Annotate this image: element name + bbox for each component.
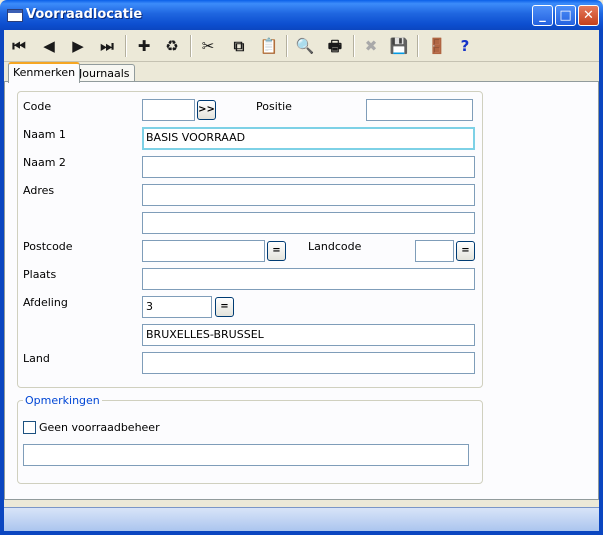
minimize-button[interactable]: _ <box>532 5 553 26</box>
window-frame-right <box>599 30 603 535</box>
help-icon[interactable]: ? <box>454 35 476 57</box>
copy-icon[interactable]: ⧉ <box>228 35 250 57</box>
plaats-input[interactable] <box>142 268 475 290</box>
postcode-label: Postcode <box>23 240 73 253</box>
toolbar-separator <box>353 35 355 57</box>
naam2-input[interactable] <box>142 156 475 178</box>
recycle-icon[interactable]: ♻ <box>161 35 183 57</box>
postcode-lookup-button[interactable]: = <box>267 241 286 261</box>
print-icon[interactable]: 🖶 <box>324 35 346 57</box>
adres-line1-input[interactable] <box>142 184 475 206</box>
close-button[interactable]: ✕ <box>578 5 599 26</box>
code-input[interactable] <box>142 99 195 121</box>
landcode-label: Landcode <box>308 240 362 253</box>
toolbar-separator <box>417 35 419 57</box>
previous-record-icon[interactable]: ◀ <box>38 35 60 57</box>
naam1-label: Naam 1 <box>23 128 66 141</box>
save-icon[interactable]: 💾 <box>388 35 410 57</box>
window-frame-bottom <box>0 531 603 535</box>
title-bar: Voorraadlocatie _ □ ✕ <box>0 0 603 30</box>
toolbar-separator <box>125 35 127 57</box>
cut-icon[interactable]: ✂ <box>197 35 219 57</box>
afdeling-lookup-button[interactable]: = <box>215 297 234 317</box>
positie-input[interactable] <box>366 99 473 121</box>
naam2-label: Naam 2 <box>23 156 66 169</box>
remarks-input[interactable] <box>23 444 469 466</box>
landcode-input[interactable] <box>415 240 454 262</box>
delete-icon[interactable]: ✖ <box>360 35 382 57</box>
status-bar <box>4 507 599 532</box>
search-icon[interactable]: 🔍 <box>294 35 316 57</box>
tab-journaals[interactable]: Journaals <box>74 64 135 82</box>
tab-kenmerken[interactable]: Kenmerken <box>8 62 81 83</box>
window-title: Voorraadlocatie <box>26 7 143 22</box>
afdeling-name-field[interactable]: BRUXELLES-BRUSSEL <box>142 324 475 346</box>
first-record-icon[interactable]: ⏮ <box>8 35 30 57</box>
positie-label: Positie <box>256 100 292 113</box>
toolbar-separator <box>286 35 288 57</box>
afdeling-label: Afdeling <box>23 296 68 309</box>
adres-line2-input[interactable] <box>142 212 475 234</box>
landcode-lookup-button[interactable]: = <box>456 241 475 261</box>
afdeling-input[interactable]: 3 <box>142 296 212 318</box>
remarks-group <box>17 400 483 484</box>
plaats-label: Plaats <box>23 268 57 281</box>
postcode-input[interactable] <box>142 240 265 262</box>
window-app-icon <box>7 9 23 22</box>
code-lookup-button[interactable]: >> <box>197 100 216 120</box>
toolbar: ⏮ ◀ ▶ ⏭ ✚ ♻ ✂ ⧉ 📋 🔍 🖶 ✖ 💾 🚪 ? <box>4 30 599 62</box>
toolbar-separator <box>190 35 192 57</box>
remarks-group-title: Opmerkingen <box>23 394 102 407</box>
geen-voorraadbeheer-checkbox[interactable] <box>23 421 36 434</box>
paste-icon[interactable]: 📋 <box>258 35 280 57</box>
last-record-icon[interactable]: ⏭ <box>96 35 118 57</box>
naam1-input[interactable]: BASIS VOORRAAD <box>142 127 475 150</box>
maximize-button[interactable]: □ <box>555 5 576 26</box>
add-icon[interactable]: ✚ <box>133 35 155 57</box>
land-input[interactable] <box>142 352 475 374</box>
exit-icon[interactable]: 🚪 <box>426 35 448 57</box>
tab-panel-kenmerken: Code >> Positie Naam 1 BASIS VOORRAAD Na… <box>4 81 599 500</box>
tab-strip: Kenmerken Journaals <box>4 62 599 83</box>
geen-voorraadbeheer-label[interactable]: Geen voorraadbeheer <box>39 421 160 434</box>
next-record-icon[interactable]: ▶ <box>67 35 89 57</box>
adres-label: Adres <box>23 184 55 197</box>
code-label: Code <box>23 100 52 113</box>
land-label: Land <box>23 352 50 365</box>
